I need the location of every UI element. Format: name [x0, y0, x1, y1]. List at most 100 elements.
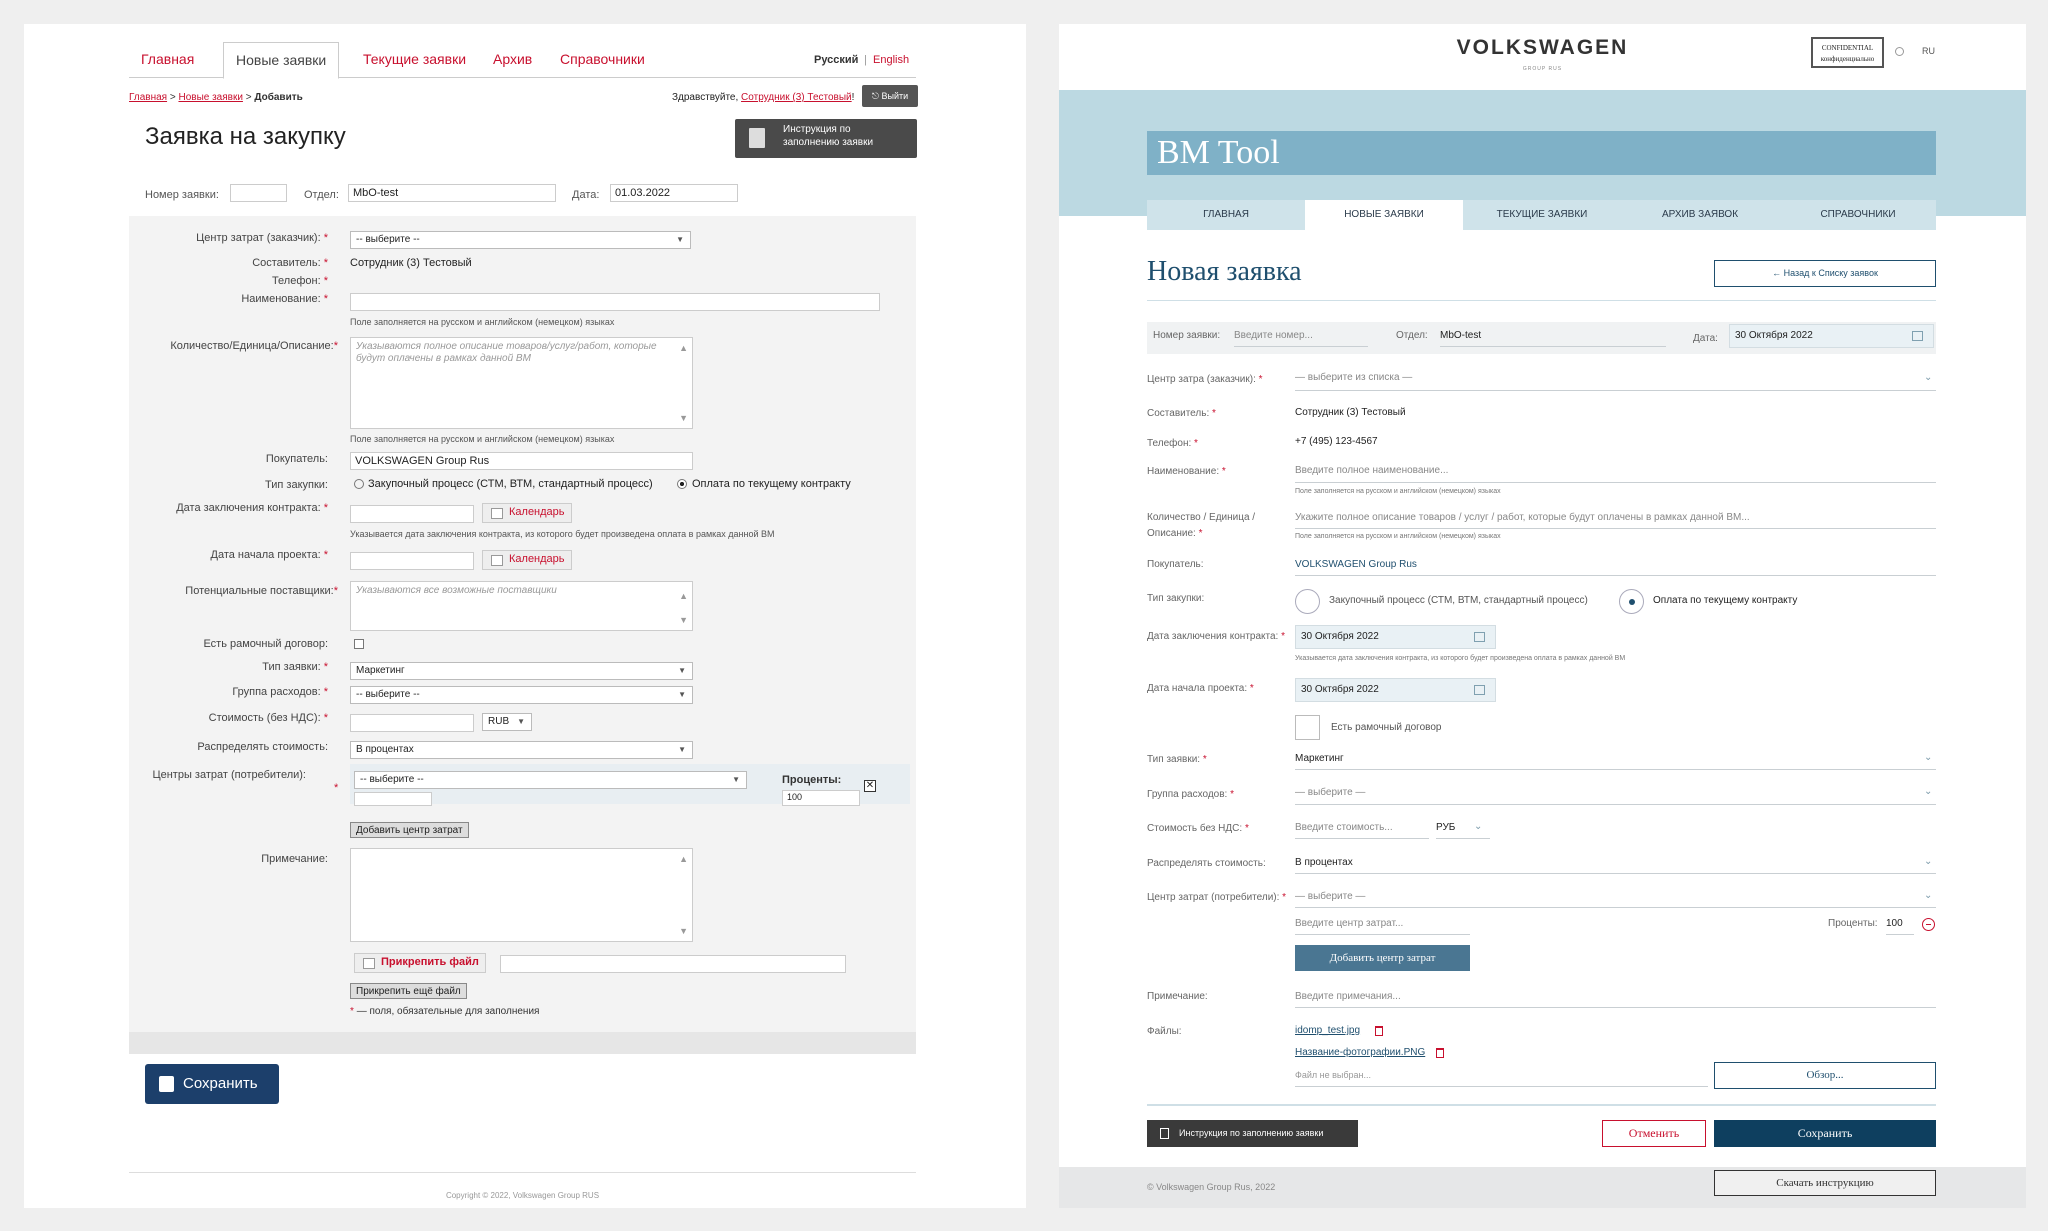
tab-archive[interactable]: Архив	[481, 42, 544, 78]
tab-new-requests[interactable]: НОВЫЕ ЗАЯВКИ	[1305, 200, 1463, 231]
tab-current-requests[interactable]: ТЕКУЩИЕ ЗАЯВКИ	[1463, 200, 1621, 230]
purchase-radio-2[interactable]	[677, 479, 687, 489]
attach-file-button[interactable]: Прикрепить файл	[354, 953, 486, 973]
file-link-1[interactable]: idomp_test.jpg	[1295, 1025, 1360, 1036]
distribute-select[interactable]: В процентах ▼	[350, 741, 693, 759]
save-button[interactable]: Сохранить	[1714, 1120, 1936, 1147]
calendar-icon[interactable]	[1912, 331, 1923, 341]
project-calendar-button[interactable]: Календарь	[482, 550, 572, 570]
remove-consumer-icon[interactable]	[1922, 918, 1935, 931]
number-input[interactable]	[230, 184, 287, 202]
date-input[interactable]: 30 Октября 2022	[1729, 324, 1934, 348]
file-icon	[363, 958, 375, 969]
purchase-radio-2[interactable]	[1619, 589, 1644, 614]
contract-date-input[interactable]	[350, 505, 474, 523]
contract-date-input[interactable]: 30 Октября 2022	[1295, 625, 1496, 649]
consumer-input[interactable]	[354, 792, 432, 806]
suppliers-textarea[interactable]: Указываются все возможные поставщики ▲ ▼	[350, 581, 693, 631]
search-icon[interactable]	[1895, 47, 1904, 56]
percent-input[interactable]: 100	[782, 790, 860, 806]
save-button[interactable]: Сохранить	[145, 1064, 279, 1104]
frame-checkbox[interactable]	[1295, 715, 1320, 740]
dept-input[interactable]: MbO-test	[348, 184, 556, 202]
author-value: Сотрудник (3) Тестовый	[1295, 407, 1406, 418]
cost-center-select[interactable]: — выберите из списка —	[1295, 372, 1412, 383]
scroll-down-icon[interactable]: ▼	[679, 412, 688, 424]
buyer-input[interactable]: VOLKSWAGEN Group Rus	[350, 452, 693, 470]
copyright: © Volkswagen Group Rus, 2022	[1147, 1182, 1276, 1192]
instruction-button[interactable]: Инструкция по заполнению заявки	[1147, 1120, 1358, 1147]
cost-center-select[interactable]: -- выберите -- ▼	[350, 231, 691, 249]
consumer-select[interactable]: -- выберите -- ▼	[354, 771, 747, 789]
lang-en[interactable]: English	[873, 54, 909, 66]
lang-switch[interactable]: RU	[1922, 46, 1935, 56]
tab-home[interactable]: ГЛАВНАЯ	[1147, 200, 1305, 230]
date-input[interactable]: 01.03.2022	[610, 184, 738, 202]
expense-group-select[interactable]: -- выберите -- ▼	[350, 686, 693, 704]
scroll-down-icon[interactable]: ▼	[679, 925, 688, 937]
breadcrumb-new[interactable]: Новые заявки	[178, 92, 242, 103]
scroll-down-icon[interactable]: ▼	[679, 614, 688, 626]
qty-textarea[interactable]: Указываются полное описание товаров/услу…	[350, 337, 693, 429]
consumer-input[interactable]: Введите центр затрат...	[1295, 918, 1403, 929]
back-to-list-button[interactable]: ← Назад к Списку заявок	[1714, 260, 1936, 287]
instruction-button[interactable]: Инструкция по заполнению заявки	[735, 119, 917, 158]
request-type-select[interactable]: Маркетинг ▼	[350, 662, 693, 680]
consumer-select[interactable]: — выберите —	[1295, 891, 1365, 902]
cost-input[interactable]	[350, 714, 474, 732]
scroll-up-icon[interactable]: ▲	[679, 853, 688, 865]
scroll-up-icon[interactable]: ▲	[679, 342, 688, 354]
number-input[interactable]: Введите номер...	[1234, 330, 1313, 341]
remove-consumer-icon[interactable]: ✕	[864, 780, 876, 792]
add-center-button[interactable]: Добавить центр затрат	[350, 822, 469, 838]
project-date-input[interactable]	[350, 552, 474, 570]
scroll-up-icon[interactable]: ▲	[679, 590, 688, 602]
tab-directories[interactable]: СПРАВОЧНИКИ	[1779, 200, 1937, 230]
calendar-icon[interactable]	[1474, 685, 1485, 695]
percent-label: Проценты:	[1828, 918, 1878, 929]
browse-button[interactable]: Обзор...	[1714, 1062, 1936, 1089]
percent-input[interactable]: 100	[1886, 918, 1903, 929]
tab-directories[interactable]: Справочники	[548, 42, 657, 78]
currency-select[interactable]: РУБ	[1436, 822, 1455, 833]
attach-more-button[interactable]: Прикрепить ещё файл	[350, 983, 467, 999]
lang-ru[interactable]: Русский	[814, 54, 858, 66]
number-label: Номер заявки:	[145, 189, 219, 201]
greeting: Здравствуйте, Сотрудник (3) Тестовый!	[672, 92, 854, 103]
user-link[interactable]: Сотрудник (3) Тестовый	[741, 92, 852, 103]
note-input[interactable]: Введите примечания...	[1295, 991, 1401, 1002]
tab-current-requests[interactable]: Текущие заявки	[351, 42, 478, 78]
phone-label: Телефон: *	[128, 275, 328, 287]
frame-checkbox[interactable]	[354, 639, 364, 649]
contract-calendar-button[interactable]: Календарь	[482, 503, 572, 523]
trash-icon[interactable]	[1375, 1026, 1383, 1036]
tab-archive[interactable]: АРХИВ ЗАЯВОК	[1621, 200, 1779, 230]
distribute-select[interactable]: В процентах	[1295, 857, 1353, 868]
purchase-radio-1[interactable]	[1295, 589, 1320, 614]
expense-group-select[interactable]: — выберите —	[1295, 787, 1365, 798]
logout-button[interactable]: ⎋ Выйти	[862, 85, 918, 107]
trash-icon[interactable]	[1436, 1048, 1444, 1058]
name-input[interactable]	[350, 293, 880, 311]
calendar-icon[interactable]	[1474, 632, 1485, 642]
purchase-radio-1[interactable]	[354, 479, 364, 489]
file-link-2[interactable]: Название-фотографии.PNG	[1295, 1047, 1425, 1058]
tab-home[interactable]: Главная	[129, 42, 206, 78]
note-textarea[interactable]: ▲ ▼	[350, 848, 693, 942]
add-center-button[interactable]: Добавить центр затрат	[1295, 945, 1470, 971]
breadcrumb-home[interactable]: Главная	[129, 92, 167, 103]
request-type-select[interactable]: Маркетинг	[1295, 753, 1344, 764]
cancel-button[interactable]: Отменить	[1602, 1120, 1706, 1147]
download-instruction-button[interactable]: Скачать инструкцию	[1714, 1170, 1936, 1196]
attached-file-field[interactable]	[500, 955, 846, 973]
project-date-input[interactable]: 30 Октября 2022	[1295, 678, 1496, 702]
qty-input[interactable]: Укажите полное описание товаров / услуг …	[1295, 512, 1750, 523]
buyer-input[interactable]: VOLKSWAGEN Group Rus	[1295, 559, 1417, 570]
currency-select[interactable]: RUB ▼	[482, 713, 532, 731]
label-text: Дата начала проекта:	[210, 549, 321, 561]
tab-new-requests[interactable]: Новые заявки	[223, 42, 340, 79]
name-input[interactable]: Введите полное наименование...	[1295, 465, 1448, 476]
cost-input[interactable]: Введите стоимость...	[1295, 822, 1393, 833]
underline	[1295, 934, 1470, 935]
dept-input[interactable]: MbO-test	[1440, 330, 1481, 341]
